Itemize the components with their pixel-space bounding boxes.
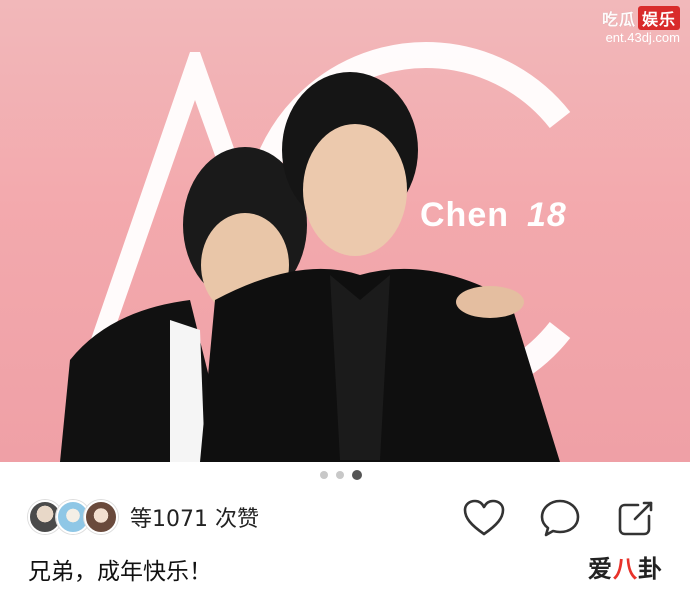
pager-dot-2[interactable]	[336, 471, 344, 479]
comment-bubble-icon[interactable]	[538, 496, 582, 540]
brand-part-3: 卦	[638, 555, 663, 583]
like-heart-icon[interactable]	[462, 496, 506, 540]
share-icon[interactable]	[614, 496, 658, 540]
liker-avatar[interactable]	[84, 500, 118, 534]
pager-dot-1[interactable]	[320, 471, 328, 479]
likes-count-text[interactable]: 等1071 次赞	[130, 501, 259, 533]
post-actions	[462, 496, 658, 540]
likes-summary[interactable]: 等1071 次赞	[28, 500, 259, 534]
backdrop-graphic	[60, 42, 571, 462]
post-photo[interactable]: Chen 18 吃瓜 娱乐 ent.43dj.com	[0, 0, 690, 462]
pager-dot-3-active[interactable]	[352, 470, 362, 480]
watermark-part-b: 娱乐	[637, 6, 680, 30]
backdrop-text: Chen 18	[420, 196, 567, 235]
image-pager	[320, 470, 362, 480]
backdrop-name: Chen	[420, 196, 509, 234]
site-watermark: 吃瓜 娱乐 ent.43dj.com	[602, 6, 680, 45]
brand-part-1: 爱	[588, 555, 613, 583]
watermark-url: ent.43dj.com	[605, 30, 680, 45]
brand-part-2: 八	[613, 555, 638, 583]
backdrop-number: 18	[527, 196, 567, 234]
post-caption: 兄弟，成年快乐！	[28, 559, 212, 585]
brand-logo: 爱八卦	[588, 549, 663, 584]
watermark-part-a: 吃瓜	[601, 10, 636, 29]
